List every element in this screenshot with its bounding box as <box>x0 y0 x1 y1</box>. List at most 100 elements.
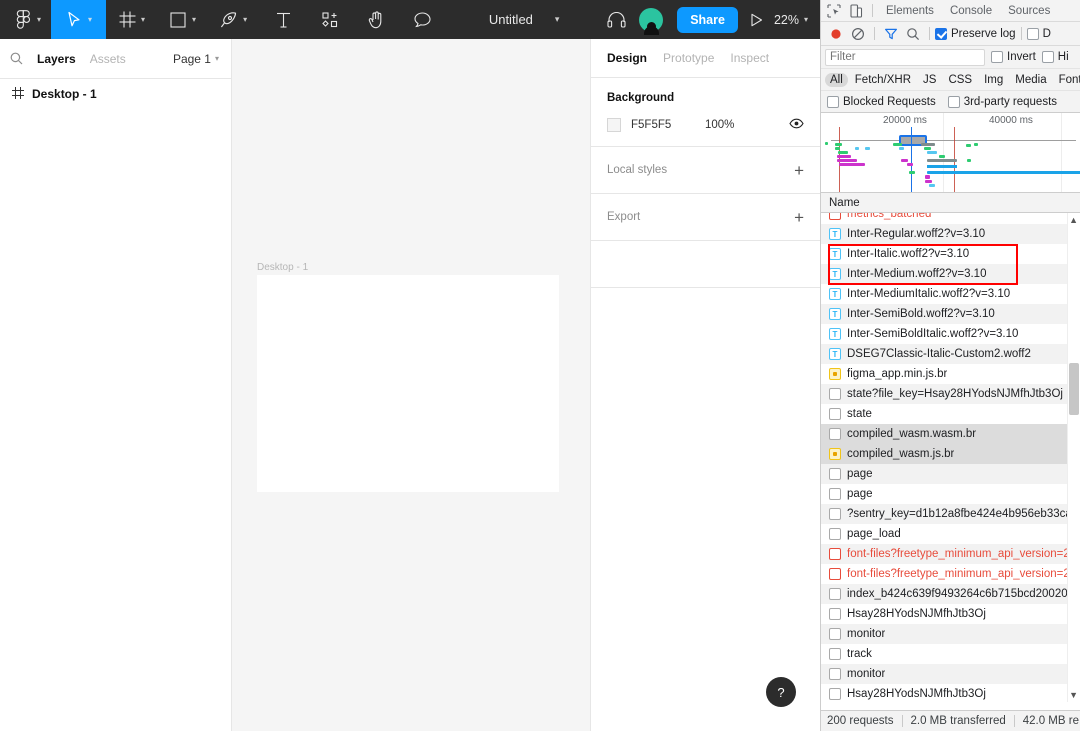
move-tool-button[interactable]: ▾ <box>51 0 107 39</box>
checkbox-box <box>991 51 1003 63</box>
table-row[interactable]: compiled_wasm.js.br <box>821 444 1080 464</box>
canvas-frame-label[interactable]: Desktop - 1 <box>257 262 308 273</box>
table-row[interactable]: T Inter-SemiBold.woff2?v=3.10 <box>821 304 1080 324</box>
third-party-requests-checkbox[interactable]: 3rd-party requests <box>947 95 1057 108</box>
add-export-button[interactable]: + <box>794 209 804 226</box>
table-row[interactable]: state?file_key=Hsay28HYodsNJMfhJtb3Oj <box>821 384 1080 404</box>
resource-filter-css[interactable]: CSS <box>943 73 977 87</box>
figma-menu-button[interactable]: ▾ <box>0 0 51 39</box>
shape-tool-button[interactable]: ▾ <box>157 0 208 39</box>
tab-design[interactable]: Design <box>607 51 647 65</box>
table-row[interactable]: index_b424c639f9493264c6b715bcd20020b <box>821 584 1080 604</box>
hide-data-urls-checkbox[interactable]: Hi <box>1041 51 1069 63</box>
scroll-up-arrow-icon[interactable]: ▲ <box>1069 215 1078 225</box>
canvas-frame-desktop-1[interactable] <box>257 275 559 492</box>
table-row[interactable]: track <box>821 644 1080 664</box>
avatar[interactable] <box>639 7 664 35</box>
tab-layers[interactable]: Layers <box>37 52 76 66</box>
chevron-down-icon: ▾ <box>803 14 808 24</box>
devtools-tab-sources[interactable]: Sources <box>1000 0 1058 22</box>
preserve-log-checkbox[interactable]: Preserve log <box>935 27 1016 40</box>
blocked-requests-checkbox[interactable]: Blocked Requests <box>827 95 936 108</box>
visibility-eye-icon[interactable] <box>789 118 804 132</box>
filter-input[interactable] <box>825 48 985 66</box>
figma-menu-icon <box>12 9 34 31</box>
requests-scrollbar[interactable]: ▲ ▼ <box>1067 213 1080 702</box>
text-tool-button[interactable] <box>259 0 307 39</box>
table-row[interactable]: page_load <box>821 524 1080 544</box>
tab-inspect[interactable]: Inspect <box>730 51 769 65</box>
present-play-icon[interactable] <box>746 9 768 31</box>
export-row[interactable]: Export + <box>591 194 820 241</box>
request-flags: Blocked Requests 3rd-party requests <box>821 91 1080 113</box>
file-title[interactable]: Untitled <box>489 12 533 27</box>
request-type-icon: T <box>829 328 841 340</box>
tab-assets[interactable]: Assets <box>90 52 126 66</box>
table-row[interactable]: T Inter-Italic.woff2?v=3.10 <box>821 244 1080 264</box>
figma-canvas[interactable]: Desktop - 1 <box>232 39 590 731</box>
table-row[interactable]: figma_app.min.js.br <box>821 364 1080 384</box>
overview-ruler: 20000 ms 40000 ms <box>821 113 1080 131</box>
disable-cache-checkbox[interactable]: D <box>1026 27 1051 40</box>
scrollbar-thumb[interactable] <box>1069 363 1079 415</box>
record-icon[interactable] <box>825 23 847 45</box>
help-button[interactable]: ? <box>766 677 796 707</box>
scroll-down-arrow-icon[interactable]: ▼ <box>1069 690 1078 700</box>
table-row[interactable]: monitor <box>821 664 1080 684</box>
background-opacity[interactable]: 100% <box>705 119 789 131</box>
request-name: DSEG7Classic-Italic-Custom2.woff2 <box>847 348 1031 360</box>
requests-list[interactable]: metrics_batched T Inter-Regular.woff2?v=3.… <box>821 213 1080 702</box>
invert-checkbox[interactable]: Invert <box>991 51 1036 63</box>
devtools-tab-elements[interactable]: Elements <box>878 0 942 22</box>
request-name: Inter-Italic.woff2?v=3.10 <box>847 248 970 260</box>
page-selector[interactable]: Page 1 ▾ <box>173 52 221 66</box>
tab-prototype[interactable]: Prototype <box>663 51 714 65</box>
device-toolbar-icon[interactable] <box>845 0 867 22</box>
table-row[interactable]: Hsay28HYodsNJMfhJtb3Oj <box>821 684 1080 702</box>
share-button[interactable]: Share <box>677 6 738 33</box>
table-row[interactable]: T Inter-SemiBoldItalic.woff2?v=3.10 <box>821 324 1080 344</box>
resource-filter-all[interactable]: All <box>825 72 848 87</box>
table-row[interactable]: T DSEG7Classic-Italic-Custom2.woff2 <box>821 344 1080 364</box>
requests-table-header[interactable]: Name <box>821 193 1080 213</box>
resources-tool-button[interactable] <box>307 0 353 39</box>
funnel-icon[interactable] <box>880 23 902 45</box>
hand-tool-button[interactable] <box>353 0 399 39</box>
file-menu-chevron-icon[interactable]: ▾ <box>555 15 562 24</box>
background-hex[interactable]: F5F5F5 <box>631 119 705 131</box>
local-styles-row[interactable]: Local styles + <box>591 147 820 194</box>
table-row[interactable]: ?sentry_key=d1b12a8fbe424e4b956eb33cac <box>821 504 1080 524</box>
table-row[interactable]: font-files?freetype_minimum_api_version=… <box>821 544 1080 564</box>
add-local-style-button[interactable]: + <box>794 162 804 179</box>
layer-item-desktop-1[interactable]: Desktop - 1 <box>0 79 231 109</box>
table-row[interactable]: compiled_wasm.wasm.br <box>821 424 1080 444</box>
frame-tool-button[interactable]: ▾ <box>106 0 157 39</box>
network-overview-graph[interactable]: 20000 ms 40000 ms <box>821 113 1080 193</box>
search-icon[interactable] <box>902 23 924 45</box>
table-row[interactable]: metrics_batched <box>821 213 1080 224</box>
resource-filter-font[interactable]: Font <box>1054 73 1080 87</box>
devtools-tab-console[interactable]: Console <box>942 0 1000 22</box>
search-icon[interactable] <box>10 52 23 65</box>
comment-tool-button[interactable] <box>399 0 445 39</box>
resource-filter-fetch-xhr[interactable]: Fetch/XHR <box>850 73 916 87</box>
pen-tool-button[interactable]: ▾ <box>208 0 259 39</box>
zoom-control[interactable]: 22% ▾ <box>768 13 810 27</box>
table-row[interactable]: page <box>821 484 1080 504</box>
resource-filter-js[interactable]: JS <box>918 73 941 87</box>
headphones-icon[interactable] <box>605 9 627 31</box>
table-row[interactable]: font-files?freetype_minimum_api_version=… <box>821 564 1080 584</box>
table-row[interactable]: page <box>821 464 1080 484</box>
clear-icon[interactable] <box>847 23 869 45</box>
resource-filter-media[interactable]: Media <box>1010 73 1051 87</box>
inspect-element-icon[interactable] <box>823 0 845 22</box>
table-row[interactable]: Hsay28HYodsNJMfhJtb3Oj <box>821 604 1080 624</box>
table-row[interactable]: T Inter-Regular.woff2?v=3.10 <box>821 224 1080 244</box>
table-row[interactable]: T Inter-MediumItalic.woff2?v=3.10 <box>821 284 1080 304</box>
color-swatch[interactable] <box>607 118 621 132</box>
table-row[interactable]: state <box>821 404 1080 424</box>
table-row[interactable]: monitor <box>821 624 1080 644</box>
resource-filter-img[interactable]: Img <box>979 73 1008 87</box>
table-row[interactable]: T Inter-Medium.woff2?v=3.10 <box>821 264 1080 284</box>
request-name: compiled_wasm.js.br <box>847 448 955 460</box>
